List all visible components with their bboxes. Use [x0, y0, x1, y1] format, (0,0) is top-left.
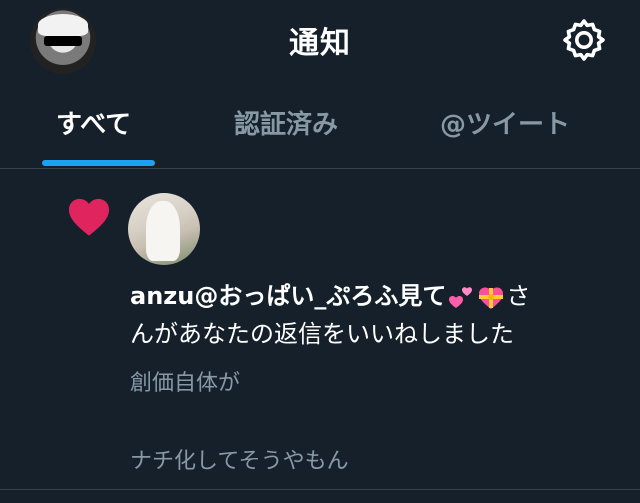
quoted-reply-line-2: ナチ化してそうやもん	[130, 449, 349, 474]
notification-text: anzu@おっぱい_ぷろふ見て さんがあなたの返信をいいねしました	[130, 277, 630, 353]
notification-tabs: すべて 認証済み @ツイート	[0, 96, 640, 168]
action-text-1: さ	[506, 282, 531, 310]
page-title: 通知	[289, 26, 351, 61]
avatar-figure	[146, 201, 180, 261]
two-hearts-emoji	[446, 282, 476, 312]
tab-verified[interactable]: 認証済み	[234, 104, 338, 141]
quoted-reply-line-1: 創価自体が	[130, 371, 241, 396]
active-tab-indicator	[42, 160, 155, 166]
user-name[interactable]: anzu@おっぱい_ぷろふ見て	[130, 282, 446, 310]
notification-item[interactable]: anzu@おっぱい_ぷろふ見て さんがあなたの返信をいいねしました 創価自体が ナ…	[0, 169, 640, 489]
top-bar: 通知	[0, 0, 640, 80]
action-text-2: んがあなたの返信をいいねしました	[130, 320, 514, 348]
gear-icon[interactable]	[560, 16, 608, 64]
tab-all[interactable]: すべて	[56, 104, 131, 141]
user-avatar[interactable]	[128, 193, 200, 265]
heart-icon	[68, 198, 110, 236]
divider	[0, 489, 640, 490]
heart-with-ribbon-emoji	[476, 282, 506, 312]
tab-mentions[interactable]: @ツイート	[440, 104, 570, 141]
